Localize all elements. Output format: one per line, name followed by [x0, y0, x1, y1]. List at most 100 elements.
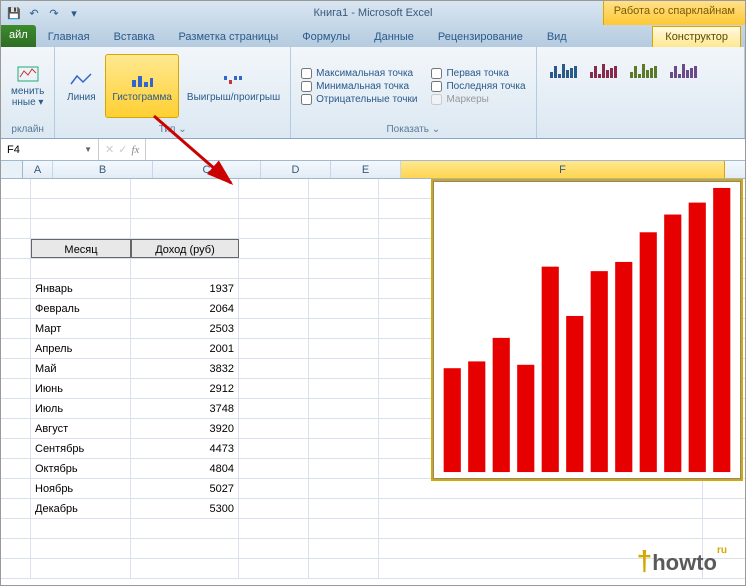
tab-design[interactable]: Конструктор: [652, 26, 741, 47]
cell[interactable]: [379, 479, 703, 498]
chk-first[interactable]: Первая точка: [431, 68, 525, 79]
cell[interactable]: [239, 459, 309, 478]
tab-review[interactable]: Рецензирование: [426, 27, 535, 47]
name-box-dropdown-icon[interactable]: ▼: [84, 145, 92, 154]
cell[interactable]: [309, 519, 379, 538]
cell[interactable]: [309, 499, 379, 518]
cell[interactable]: Сентябрь: [31, 439, 131, 458]
cell[interactable]: [309, 179, 379, 198]
chk-markers[interactable]: Маркеры: [431, 94, 525, 105]
cell[interactable]: [131, 199, 239, 218]
style-item[interactable]: [587, 53, 621, 87]
cell[interactable]: [131, 259, 239, 278]
cell[interactable]: Май: [31, 359, 131, 378]
name-box[interactable]: F4 ▼: [1, 139, 99, 160]
cell[interactable]: [31, 259, 131, 278]
cell[interactable]: [1, 559, 31, 578]
cell[interactable]: Июнь: [31, 379, 131, 398]
cell[interactable]: 5300: [131, 499, 239, 518]
cell[interactable]: [1, 339, 31, 358]
cell[interactable]: Декабрь: [31, 499, 131, 518]
colhead-A[interactable]: A: [23, 161, 53, 178]
cell[interactable]: Август: [31, 419, 131, 438]
cell[interactable]: [1, 179, 31, 198]
tab-layout[interactable]: Разметка страницы: [166, 27, 290, 47]
table-row[interactable]: [1, 559, 745, 579]
cell[interactable]: [1, 239, 31, 258]
cell[interactable]: Январь: [31, 279, 131, 298]
cell[interactable]: 1937: [131, 279, 239, 298]
chk-last[interactable]: Последняя точка: [431, 81, 525, 92]
cell[interactable]: [1, 399, 31, 418]
cell[interactable]: [239, 519, 309, 538]
cell[interactable]: [309, 459, 379, 478]
cell[interactable]: 3748: [131, 399, 239, 418]
colhead-B[interactable]: B: [53, 161, 153, 178]
cell[interactable]: 3832: [131, 359, 239, 378]
cell[interactable]: [131, 519, 239, 538]
cell[interactable]: [131, 539, 239, 558]
cell[interactable]: [309, 439, 379, 458]
line-button[interactable]: Линия: [59, 54, 103, 118]
cell[interactable]: [309, 419, 379, 438]
cell[interactable]: [309, 539, 379, 558]
table-row[interactable]: [1, 539, 745, 559]
sparkline-chart[interactable]: [433, 181, 741, 479]
sparkline-style-gallery[interactable]: [539, 49, 742, 91]
redo-icon[interactable]: ↷: [45, 4, 63, 22]
style-item[interactable]: [667, 53, 701, 87]
tab-formulas[interactable]: Формулы: [290, 27, 362, 47]
cell[interactable]: [309, 259, 379, 278]
cell[interactable]: [131, 219, 239, 238]
colhead-F[interactable]: F: [401, 161, 725, 178]
cell[interactable]: 2912: [131, 379, 239, 398]
select-all-corner[interactable]: [1, 161, 23, 178]
cell[interactable]: [131, 559, 239, 578]
cell[interactable]: [309, 339, 379, 358]
cell[interactable]: [309, 239, 379, 258]
edit-data-button[interactable]: менитьнные ▾: [5, 54, 50, 118]
cell[interactable]: 3920: [131, 419, 239, 438]
cell[interactable]: [1, 499, 31, 518]
cell[interactable]: [1, 319, 31, 338]
cell[interactable]: [239, 319, 309, 338]
cell[interactable]: [239, 259, 309, 278]
cell[interactable]: [239, 359, 309, 378]
cell[interactable]: Ноябрь: [31, 479, 131, 498]
style-item[interactable]: [547, 53, 581, 87]
cell[interactable]: Март: [31, 319, 131, 338]
cell[interactable]: [309, 299, 379, 318]
cell[interactable]: [239, 199, 309, 218]
cell[interactable]: [309, 399, 379, 418]
cell[interactable]: [31, 539, 131, 558]
tab-file[interactable]: айл: [1, 25, 36, 47]
cell[interactable]: [31, 559, 131, 578]
cell[interactable]: [239, 559, 309, 578]
cell[interactable]: Апрель: [31, 339, 131, 358]
cell[interactable]: [239, 239, 309, 258]
cell[interactable]: [239, 399, 309, 418]
cell[interactable]: Февраль: [31, 299, 131, 318]
style-item[interactable]: [627, 53, 661, 87]
cell[interactable]: [309, 199, 379, 218]
cell[interactable]: [1, 459, 31, 478]
save-icon[interactable]: 💾: [5, 4, 23, 22]
cell[interactable]: [239, 279, 309, 298]
cell[interactable]: [1, 219, 31, 238]
colhead-E[interactable]: E: [331, 161, 401, 178]
colhead-C[interactable]: C: [153, 161, 261, 178]
cell[interactable]: [1, 419, 31, 438]
cell[interactable]: [1, 199, 31, 218]
formula-input[interactable]: [145, 139, 745, 160]
cell[interactable]: [309, 479, 379, 498]
cell[interactable]: [239, 539, 309, 558]
cell[interactable]: [1, 439, 31, 458]
cell[interactable]: [239, 219, 309, 238]
cell[interactable]: [1, 299, 31, 318]
cell[interactable]: [379, 519, 703, 538]
histogram-button[interactable]: Гистограмма: [105, 54, 179, 118]
cell[interactable]: [309, 359, 379, 378]
undo-icon[interactable]: ↶: [25, 4, 43, 22]
chk-min[interactable]: Минимальная точка: [301, 81, 417, 92]
qat-dropdown-icon[interactable]: ▾: [65, 4, 83, 22]
